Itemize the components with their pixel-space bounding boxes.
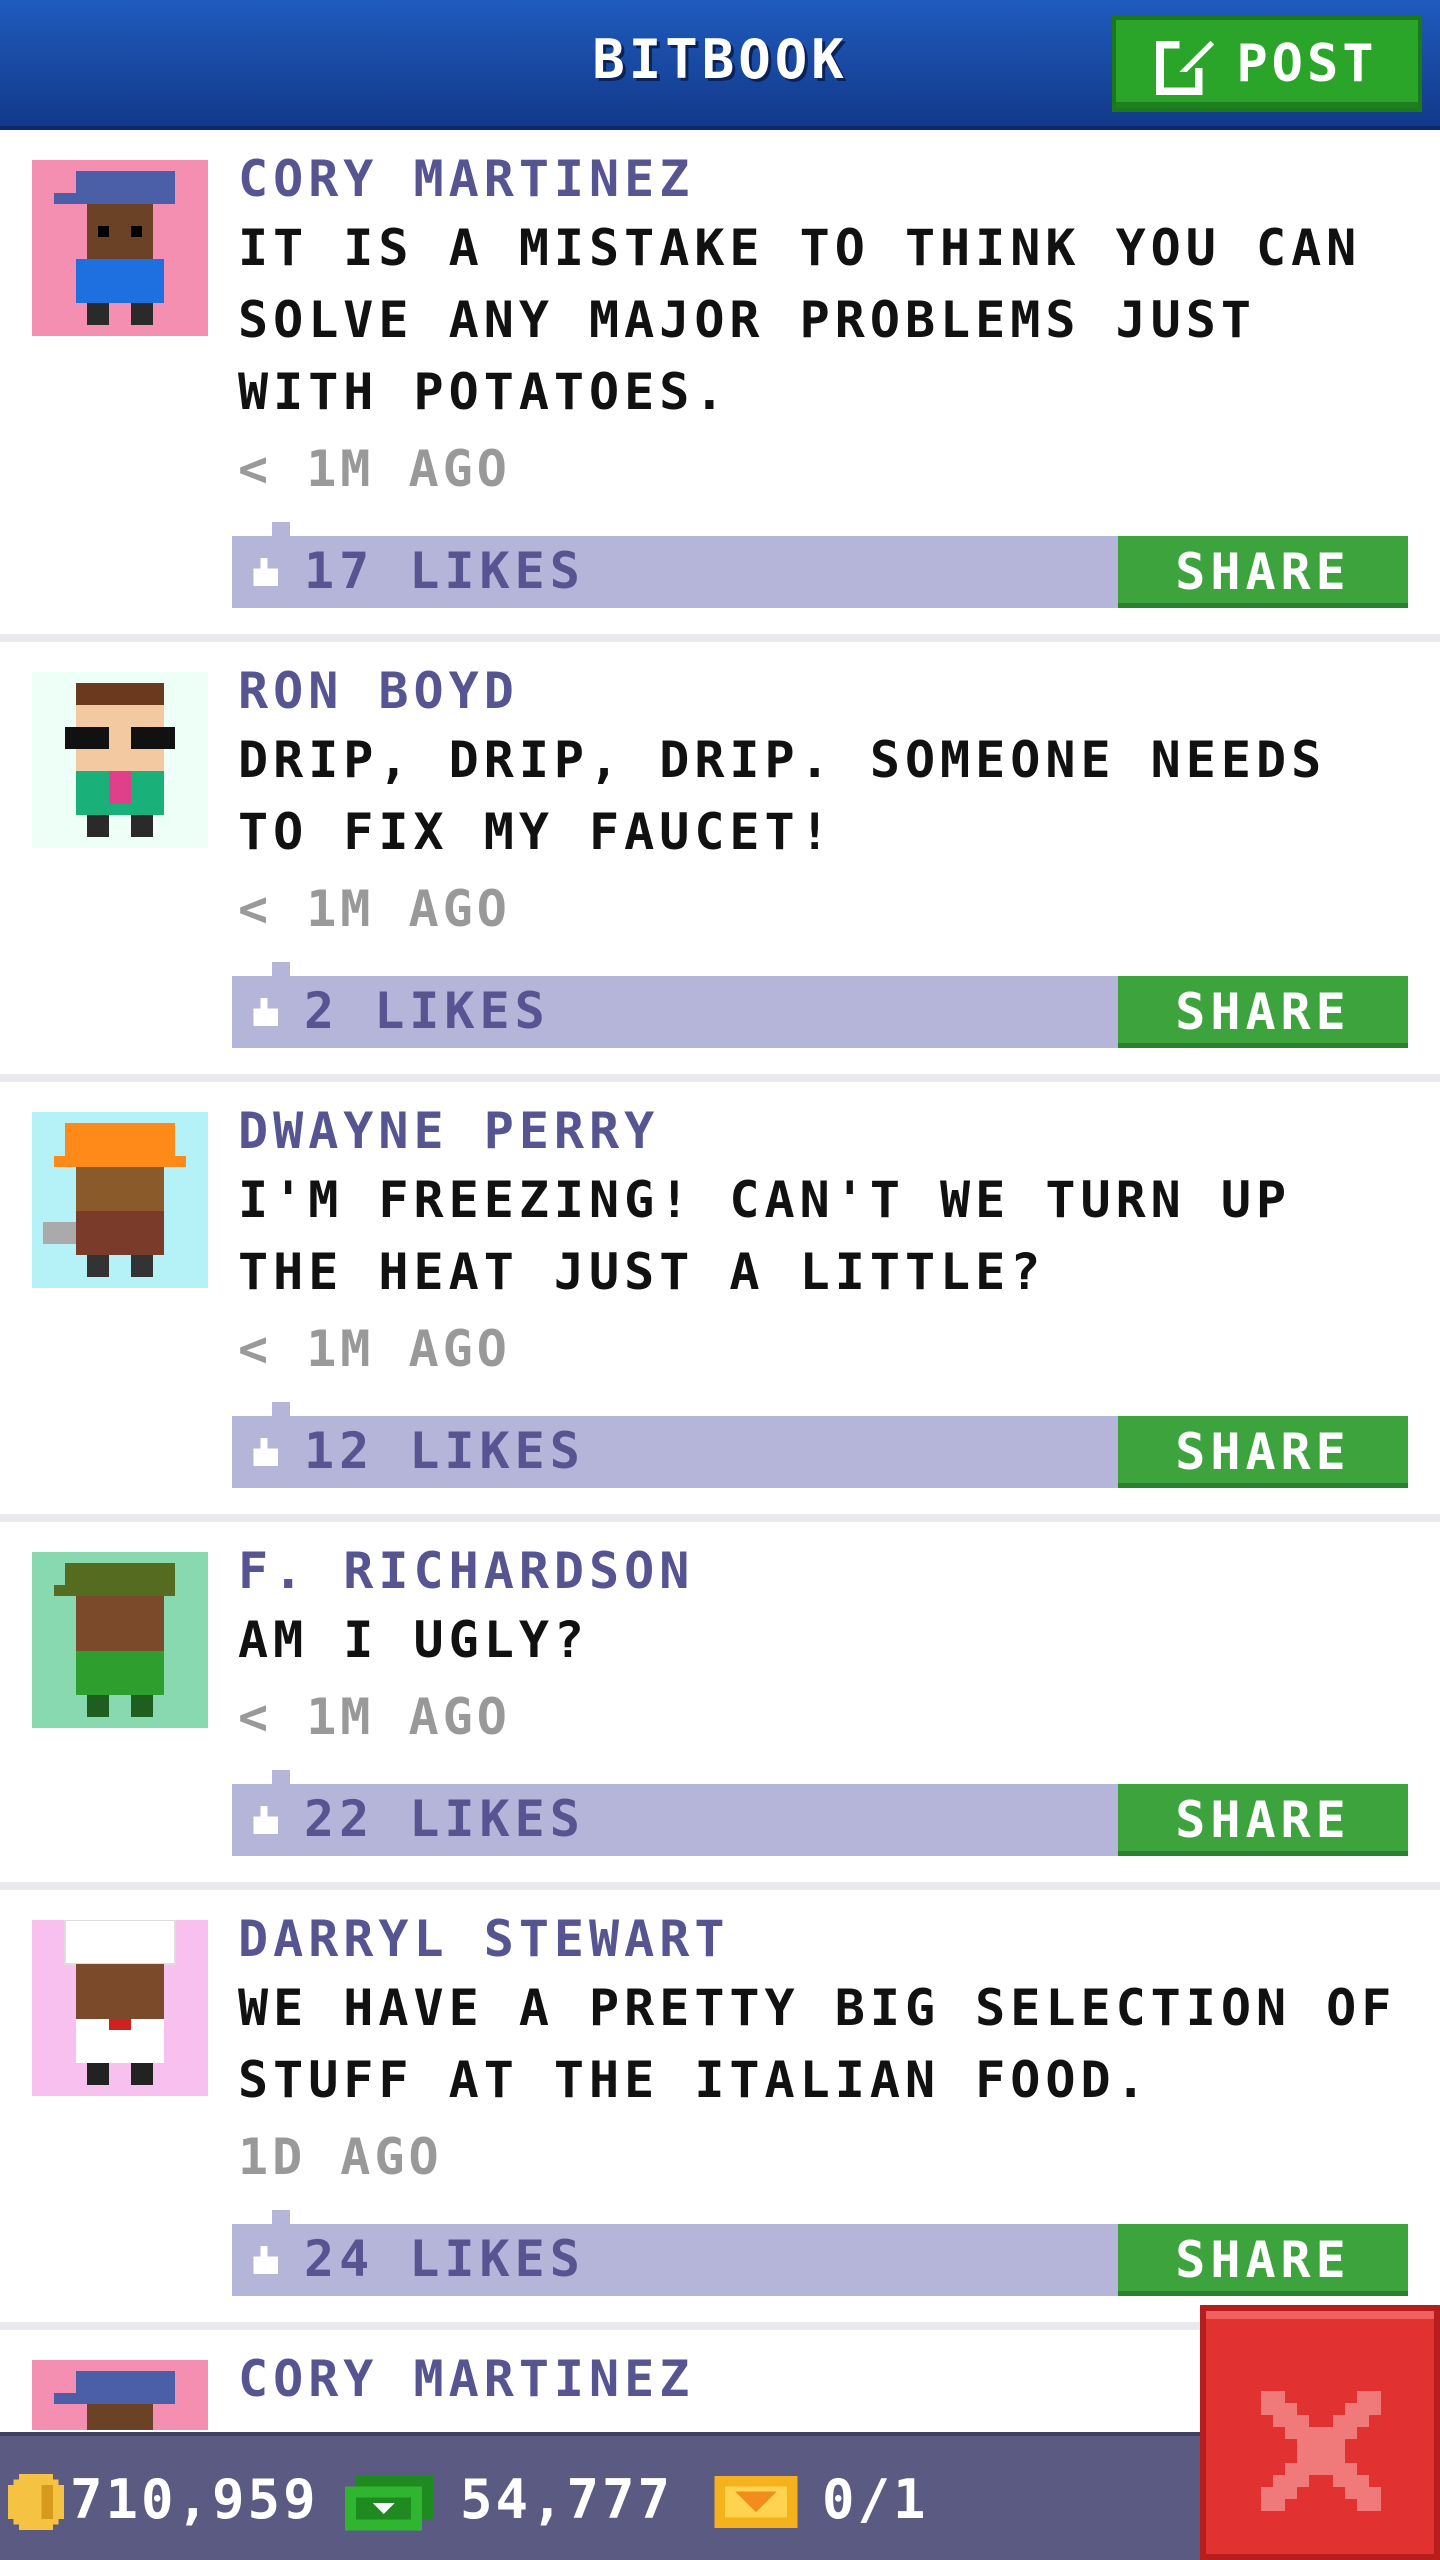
post-time: < 1M AGO (238, 1688, 511, 1746)
app-header: BITBOOK POST (0, 0, 1440, 130)
share-button[interactable]: SHARE (1118, 536, 1408, 608)
post-time: < 1M AGO (238, 880, 511, 938)
avatar (32, 1112, 208, 1288)
feed-post: DWAYNE PERRY I'M FREEZING! CAN'T WE TURN… (0, 1082, 1440, 1522)
likes-bar: 12 LIKES SHARE (232, 1402, 1408, 1488)
feed-post: DARRYL STEWART WE HAVE A PRETTY BIG SELE… (0, 1890, 1440, 2330)
post-message: WE HAVE A PRETTY BIG SELECTION OF STUFF … (238, 1979, 1397, 2109)
feed-list[interactable]: CORY MARTINEZ IT IS A MISTAKE TO THINK Y… (0, 130, 1440, 2430)
post-author[interactable]: CORY MARTINEZ (238, 150, 694, 208)
likes-bar: 24 LIKES SHARE (232, 2210, 1408, 2296)
cash-icon (345, 2475, 433, 2531)
like-count: 12 LIKES (304, 1422, 585, 1480)
share-button[interactable]: SHARE (1118, 1784, 1408, 1856)
feed-post: RON BOYD DRIP, DRIP, DRIP. SOMEONE NEEDS… (0, 642, 1440, 1082)
ticket-icon (714, 2476, 798, 2528)
post-message: DRIP, DRIP, DRIP. SOMEONE NEEDS TO FIX M… (238, 731, 1327, 861)
thumb-up-icon (253, 1438, 278, 1466)
app-title: BITBOOK (592, 28, 848, 91)
like-count: 24 LIKES (304, 2230, 585, 2288)
thumb-up-icon (253, 998, 278, 1026)
post-author[interactable]: CORY MARTINEZ (238, 2350, 694, 2408)
avatar (32, 1552, 208, 1728)
share-button[interactable]: SHARE (1118, 2224, 1408, 2296)
resource-bar: 710,959 54,777 0/1 (0, 2432, 1200, 2560)
thumb-up-icon (253, 558, 278, 586)
post-message: I'M FREEZING! CAN'T WE TURN UP THE HEAT … (238, 1171, 1292, 1301)
post-time: < 1M AGO (238, 1320, 511, 1378)
thumb-up-icon (253, 1806, 278, 1834)
post-message: AM I UGLY? (238, 1611, 590, 1669)
ticket-count: 0/1 (822, 2468, 929, 2531)
feed-post: F. RICHARDSON AM I UGLY? < 1M AGO 22 LIK… (0, 1522, 1440, 1890)
like-count: 17 LIKES (304, 542, 585, 600)
close-icon (1261, 2391, 1381, 2511)
post-button[interactable]: POST (1112, 16, 1422, 112)
post-time: < 1M AGO (238, 440, 511, 498)
avatar (32, 160, 208, 336)
avatar (32, 1920, 208, 2096)
post-author[interactable]: RON BOYD (238, 662, 519, 720)
post-author[interactable]: DWAYNE PERRY (238, 1102, 659, 1160)
like-count: 22 LIKES (304, 1790, 585, 1848)
post-time: 1D AGO (238, 2128, 443, 2186)
likes-bar: 17 LIKES SHARE (232, 522, 1408, 608)
likes-bar: 22 LIKES SHARE (232, 1770, 1408, 1856)
feed-post: CORY MARTINEZ IT IS A MISTAKE TO THINK Y… (0, 130, 1440, 642)
like-count: 2 LIKES (304, 982, 550, 1040)
post-author[interactable]: F. RICHARDSON (238, 1542, 694, 1600)
share-button[interactable]: SHARE (1118, 976, 1408, 1048)
share-button[interactable]: SHARE (1118, 1416, 1408, 1488)
likes-bar: 2 LIKES SHARE (232, 962, 1408, 1048)
avatar (32, 2360, 208, 2430)
post-message: IT IS A MISTAKE TO THINK YOU CAN SOLVE A… (238, 219, 1362, 421)
thumb-up-icon (253, 2246, 278, 2274)
post-author[interactable]: DARRYL STEWART (238, 1910, 729, 1968)
close-button[interactable] (1200, 2305, 1440, 2560)
post-button-label: POST (1236, 34, 1378, 94)
coin-icon (8, 2474, 64, 2530)
edit-icon (1156, 36, 1215, 95)
coin-count: 710,959 (70, 2468, 319, 2531)
bux-count: 54,777 (460, 2468, 674, 2531)
avatar (32, 672, 208, 848)
